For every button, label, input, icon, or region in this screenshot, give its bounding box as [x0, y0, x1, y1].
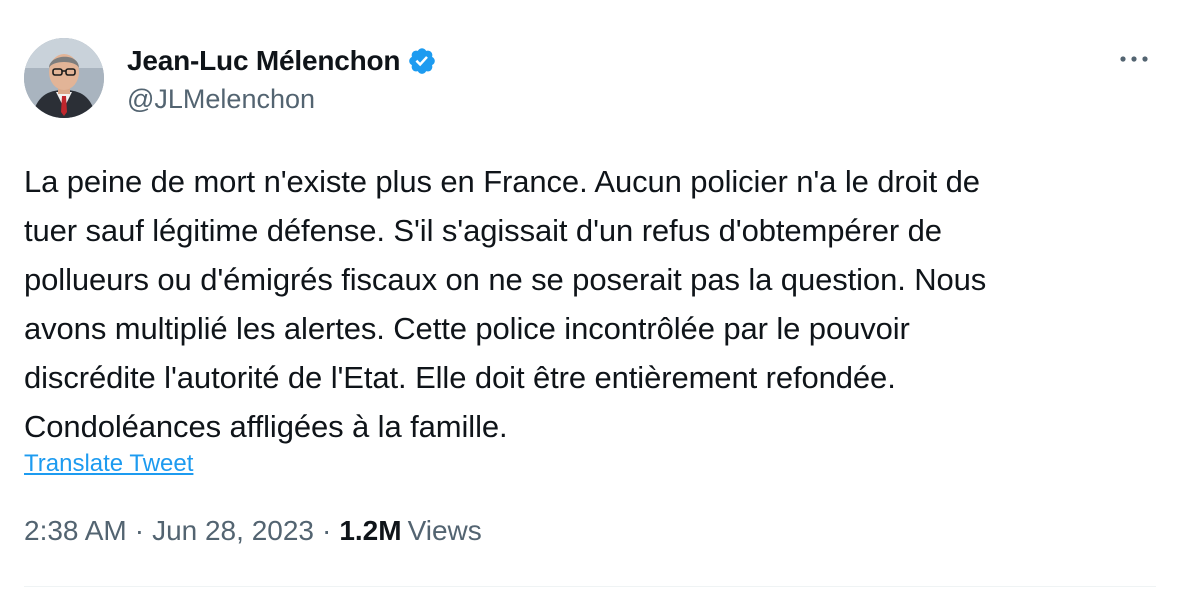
display-name[interactable]: Jean-Luc Mélenchon [127, 45, 401, 77]
tweet-text: La peine de mort n'existe plus en France… [24, 164, 987, 444]
author-names: Jean-Luc Mélenchon @JLMelenchon [127, 42, 437, 115]
avatar-portrait-icon [24, 38, 104, 118]
tweet-date[interactable]: Jun 28, 2023 [152, 515, 314, 547]
translate-tweet-link[interactable]: Translate Tweet [24, 450, 193, 478]
divider [24, 586, 1156, 587]
avatar[interactable] [24, 38, 104, 118]
separator: · [134, 515, 145, 546]
views-label: Views [407, 515, 482, 546]
display-name-row: Jean-Luc Mélenchon [127, 42, 437, 80]
views-count[interactable]: 1.2M [339, 515, 401, 547]
tweet-card: Jean-Luc Mélenchon @JLMelenchon La peine… [0, 0, 1186, 590]
more-options-button[interactable] [1114, 46, 1154, 72]
separator: · [321, 515, 332, 546]
author-handle[interactable]: @JLMelenchon [127, 84, 437, 115]
tweet-header: Jean-Luc Mélenchon @JLMelenchon [24, 38, 1162, 122]
tweet-metadata: 2:38 AM · Jun 28, 2023 · 1.2M Views [24, 515, 482, 547]
verified-badge-icon[interactable] [407, 46, 437, 76]
more-horizontal-icon [1120, 56, 1148, 62]
tweet-time[interactable]: 2:38 AM [24, 515, 127, 547]
